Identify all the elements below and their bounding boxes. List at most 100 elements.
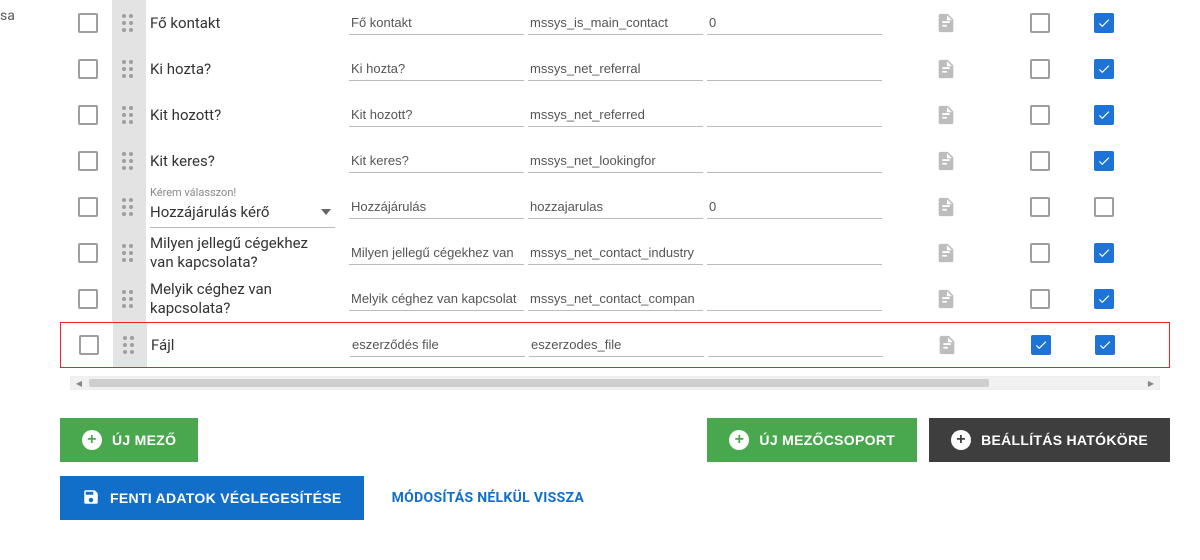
option-b-checkbox[interactable]	[1094, 13, 1114, 33]
default-value-input[interactable]	[707, 103, 882, 127]
document-icon[interactable]	[935, 104, 957, 126]
document-icon[interactable]	[935, 288, 957, 310]
drag-handle-icon[interactable]	[112, 0, 146, 46]
option-b-checkbox[interactable]	[1094, 59, 1114, 79]
action-bar: + ÚJ MEZŐ + ÚJ MEZŐCSOPORT + BEÁLLÍTÁS H…	[60, 418, 1170, 520]
plus-icon: +	[82, 430, 102, 450]
display-name-input[interactable]	[349, 287, 524, 311]
table-row: Ki hozta?	[60, 46, 1170, 92]
field-type-dropdown[interactable]: Hozzájárulás kérő	[150, 197, 335, 229]
table-row: Kit hozott?	[60, 92, 1170, 138]
display-name-input[interactable]	[349, 149, 524, 173]
new-field-button[interactable]: + ÚJ MEZŐ	[60, 418, 198, 462]
option-a-checkbox[interactable]	[1030, 13, 1050, 33]
plus-icon: +	[951, 430, 971, 450]
row-select-checkbox[interactable]	[78, 105, 98, 125]
row-select-checkbox[interactable]	[78, 13, 98, 33]
display-name-input[interactable]	[349, 241, 524, 265]
save-icon	[82, 488, 100, 509]
field-label: Kit keres?	[150, 148, 215, 175]
default-value-input[interactable]	[707, 149, 882, 173]
document-icon[interactable]	[935, 242, 957, 264]
scroll-right-icon[interactable]: ▶	[1143, 377, 1159, 389]
field-key-input[interactable]	[528, 103, 703, 127]
table-row: Kit keres?	[60, 138, 1170, 184]
option-b-checkbox[interactable]	[1094, 105, 1114, 125]
new-field-label: ÚJ MEZŐ	[112, 432, 176, 448]
field-label: Kit hozott?	[150, 102, 221, 129]
field-key-input[interactable]	[529, 333, 704, 357]
table-row: Fő kontakt	[60, 0, 1170, 46]
row-select-checkbox[interactable]	[78, 197, 98, 217]
row-select-checkbox[interactable]	[78, 289, 98, 309]
default-value-input[interactable]	[708, 333, 883, 357]
document-icon[interactable]	[935, 12, 957, 34]
field-table: Fő kontakt Ki hozta? Kit hozott? Kit keres?…	[60, 0, 1170, 390]
drag-handle-icon[interactable]	[112, 184, 146, 230]
document-icon[interactable]	[936, 334, 958, 356]
drag-handle-icon[interactable]	[112, 276, 146, 322]
drag-handle-icon[interactable]	[112, 46, 146, 92]
drag-handle-icon[interactable]	[112, 230, 146, 276]
table-row: Fájl	[60, 322, 1170, 368]
chevron-down-icon	[321, 209, 331, 215]
table-row: Kérem válasszon!Hozzájárulás kérő	[60, 184, 1170, 230]
default-value-input[interactable]	[707, 11, 882, 35]
drag-handle-icon[interactable]	[112, 138, 146, 184]
table-row: Melyik céghez van kapcsolata?	[60, 276, 1170, 322]
field-label: Fő kontakt	[150, 10, 220, 37]
settings-scope-label: BEÁLLÍTÁS HATÓKÖRE	[981, 432, 1148, 448]
option-a-checkbox[interactable]	[1030, 289, 1050, 309]
document-icon[interactable]	[935, 196, 957, 218]
option-b-checkbox[interactable]	[1094, 197, 1114, 217]
field-label: Ki hozta?	[150, 56, 211, 83]
field-key-input[interactable]	[528, 241, 703, 265]
field-label: Melyik céghez van kapcsolata?	[150, 276, 335, 322]
default-value-input[interactable]	[707, 195, 882, 219]
option-a-checkbox[interactable]	[1030, 197, 1050, 217]
document-icon[interactable]	[935, 58, 957, 80]
display-name-input[interactable]	[349, 195, 524, 219]
row-select-checkbox[interactable]	[79, 335, 99, 355]
option-b-checkbox[interactable]	[1095, 335, 1115, 355]
default-value-input[interactable]	[707, 287, 882, 311]
field-key-input[interactable]	[528, 287, 703, 311]
row-select-checkbox[interactable]	[78, 243, 98, 263]
finalize-label: FENTI ADATOK VÉGLEGESÍTÉSE	[110, 490, 342, 506]
option-a-checkbox[interactable]	[1030, 151, 1050, 171]
settings-scope-button[interactable]: + BEÁLLÍTÁS HATÓKÖRE	[929, 418, 1170, 462]
document-icon[interactable]	[935, 150, 957, 172]
row-select-checkbox[interactable]	[78, 59, 98, 79]
default-value-input[interactable]	[707, 57, 882, 81]
option-a-checkbox[interactable]	[1030, 243, 1050, 263]
field-label: Milyen jellegű cégekhez van kapcsolata?	[150, 230, 335, 276]
option-b-checkbox[interactable]	[1094, 151, 1114, 171]
scroll-left-icon[interactable]: ◀	[71, 377, 87, 389]
drag-handle-icon[interactable]	[112, 92, 146, 138]
display-name-input[interactable]	[350, 333, 525, 357]
field-key-input[interactable]	[528, 11, 703, 35]
field-key-input[interactable]	[528, 149, 703, 173]
display-name-input[interactable]	[349, 103, 524, 127]
plus-icon: +	[729, 430, 749, 450]
finalize-button[interactable]: FENTI ADATOK VÉGLEGESÍTÉSE	[60, 476, 364, 520]
drag-handle-icon[interactable]	[113, 323, 147, 367]
option-a-checkbox[interactable]	[1030, 105, 1050, 125]
display-name-input[interactable]	[349, 57, 524, 81]
default-value-input[interactable]	[707, 241, 882, 265]
table-row: Milyen jellegű cégekhez van kapcsolata?	[60, 230, 1170, 276]
option-a-checkbox[interactable]	[1030, 59, 1050, 79]
horizontal-scrollbar[interactable]: ◀ ▶	[70, 376, 1160, 390]
option-b-checkbox[interactable]	[1094, 243, 1114, 263]
field-label: Fájl	[151, 332, 174, 359]
option-b-checkbox[interactable]	[1094, 289, 1114, 309]
new-field-group-button[interactable]: + ÚJ MEZŐCSOPORT	[707, 418, 917, 462]
field-key-input[interactable]	[528, 195, 703, 219]
scroll-thumb[interactable]	[89, 379, 989, 387]
back-link[interactable]: MÓDOSÍTÁS NÉLKÜL VISSZA	[376, 490, 601, 506]
stray-text: sa	[0, 8, 15, 24]
display-name-input[interactable]	[349, 11, 524, 35]
option-a-checkbox[interactable]	[1031, 335, 1051, 355]
field-key-input[interactable]	[528, 57, 703, 81]
row-select-checkbox[interactable]	[78, 151, 98, 171]
